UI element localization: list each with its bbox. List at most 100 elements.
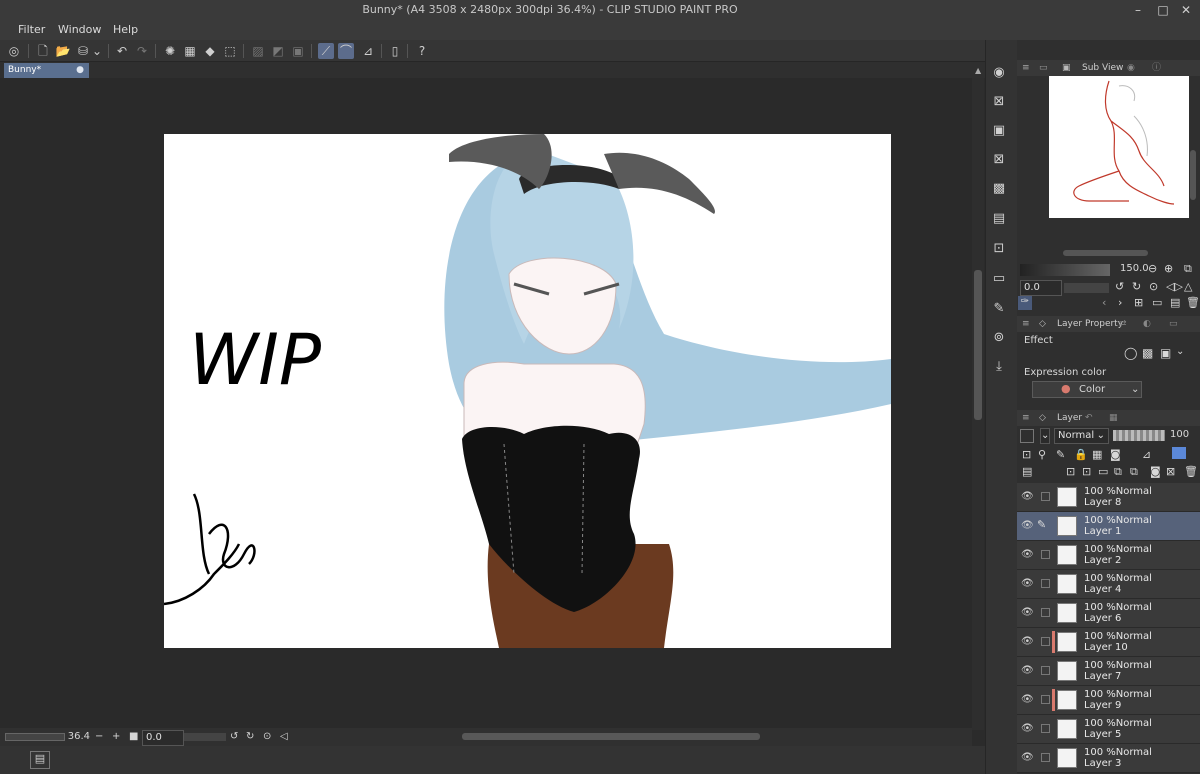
layer-checkbox[interactable]	[1041, 608, 1050, 617]
navigator-tab-icon[interactable]: ◉	[1127, 60, 1135, 76]
eye-icon[interactable]: 👁	[1021, 578, 1034, 589]
subview-hscroll-thumb[interactable]	[1063, 250, 1148, 256]
search-layer-tab-icon[interactable]: ⇄	[1119, 316, 1127, 332]
scroll-up-icon[interactable]: ▲	[975, 66, 983, 75]
eye-icon[interactable]: 👁	[1021, 752, 1034, 763]
eye-icon[interactable]: 👁	[1021, 665, 1034, 676]
auto-action-tab-icon[interactable]: ▦	[1109, 410, 1118, 426]
layer-row[interactable]: 👁 100 %Normal Layer 4	[1017, 570, 1200, 599]
layer-checkbox[interactable]	[1041, 550, 1050, 559]
minimize-icon[interactable]: –	[1130, 2, 1146, 18]
snap-special-ruler-icon[interactable]: ⌒	[338, 43, 354, 59]
next-image-icon[interactable]: ›	[1118, 296, 1122, 309]
material-icon[interactable]: ⊠	[988, 91, 1010, 113]
layer-checkbox[interactable]	[1041, 666, 1050, 675]
layer-panel-toggle-icon[interactable]: ▤	[1022, 465, 1032, 478]
rotate-right-sub-icon[interactable]: ↻	[1132, 280, 1141, 293]
opacity-value[interactable]: 100	[1170, 429, 1189, 440]
zoom-slider-sub[interactable]	[1020, 264, 1110, 276]
flip-horizontal-icon[interactable]: ◁	[280, 731, 288, 742]
layer-checkbox[interactable]	[1041, 492, 1050, 501]
swatch-dropdown-icon[interactable]: ⌄	[1040, 428, 1050, 444]
vertical-scroll-thumb[interactable]	[974, 270, 982, 420]
subview-tab-icon[interactable]: ▣	[1062, 60, 1071, 76]
layer-row[interactable]: 👁 100 %Normal Layer 2	[1017, 541, 1200, 570]
document-tab[interactable]: Bunny* ●	[4, 63, 89, 78]
rotate-left-icon[interactable]: ↺	[230, 731, 238, 742]
tool-property-tab-icon[interactable]: ◐	[1143, 316, 1151, 332]
reset-rotation-icon[interactable]: ⊙	[263, 731, 271, 742]
reference-layer-icon[interactable]: ⚲	[1038, 448, 1046, 461]
fit-screen-icon[interactable]: ■	[129, 731, 138, 742]
expression-color-select[interactable]: ● Color ⌄	[1032, 381, 1142, 398]
grid-view-icon[interactable]: ⊞	[1134, 296, 1143, 309]
mask-add-icon[interactable]: ◙	[1150, 465, 1161, 478]
prev-image-icon[interactable]: ‹	[1102, 296, 1106, 309]
rotation-slider[interactable]	[184, 733, 226, 741]
eye-icon[interactable]: 👁	[1021, 694, 1034, 705]
tone-effect-icon[interactable]: ▩	[1142, 346, 1153, 360]
animation-tab-icon[interactable]: ▭	[1169, 316, 1178, 332]
apply-mask-icon[interactable]: ⊠	[1166, 465, 1175, 478]
menu-icon[interactable]: ≡	[1022, 60, 1030, 76]
layer-property-tab-label[interactable]: Layer Property	[1057, 316, 1123, 332]
lock-icon[interactable]: 🔒	[1074, 448, 1088, 461]
layer-checkbox[interactable]	[1041, 637, 1050, 646]
material-color-icon[interactable]: ▣	[988, 120, 1010, 142]
layer-color-swatch[interactable]	[1020, 429, 1034, 443]
reset-sub-icon[interactable]: ⊙	[1149, 280, 1158, 293]
info-tab-icon[interactable]: ⓘ	[1152, 60, 1161, 76]
open-folder-icon[interactable]: 📂	[55, 43, 71, 59]
menu-help[interactable]: Help	[113, 23, 138, 36]
delete-layer-icon[interactable]: 🗑	[1184, 465, 1198, 478]
subview-zoom-value[interactable]: 150.0	[1120, 263, 1149, 274]
undo-icon[interactable]: ↶	[114, 43, 130, 59]
material-manga-icon[interactable]: ▤	[988, 208, 1010, 230]
folder-icon[interactable]: ▤	[1170, 296, 1180, 309]
eye-icon[interactable]: 👁	[1021, 520, 1034, 531]
transfer-down-icon[interactable]: ⧉	[1114, 465, 1122, 479]
blend-mode-select[interactable]: Normal ⌄	[1054, 428, 1109, 444]
panel-toggle-icon[interactable]: ▤	[30, 751, 50, 769]
drawing-canvas[interactable]: WIP	[164, 134, 891, 648]
subview-tab-label[interactable]: Sub View	[1082, 60, 1123, 76]
snap-grid-icon[interactable]: ⊿	[360, 43, 376, 59]
selection-border-icon[interactable]: ▣	[290, 43, 306, 59]
subview-scroll-thumb[interactable]	[1190, 150, 1196, 200]
zoom-value[interactable]: 36.4	[66, 731, 90, 742]
clipping-icon[interactable]: ⊡	[1022, 448, 1031, 461]
rotation-slider-sub[interactable]	[1064, 283, 1109, 293]
layer-color-icon[interactable]	[1172, 447, 1186, 459]
layer-row[interactable]: 👁 100 %Normal Layer 8	[1017, 483, 1200, 512]
flip-h-sub-icon[interactable]: ◁▷	[1166, 280, 1183, 293]
rotate-right-icon[interactable]: ↻	[246, 731, 254, 742]
clear-icon[interactable]: ✺	[162, 43, 178, 59]
zoom-in-icon[interactable]: +	[112, 731, 120, 742]
menu-window[interactable]: Window	[58, 23, 101, 36]
close-icon[interactable]: ✕	[1178, 2, 1194, 18]
material-pattern-icon[interactable]: ▩	[988, 178, 1010, 200]
layer-row[interactable]: 👁 100 %Normal Layer 10	[1017, 628, 1200, 657]
eye-icon[interactable]: 👁	[1021, 549, 1034, 560]
flip-v-sub-icon[interactable]: △	[1184, 280, 1192, 293]
eye-icon[interactable]: 👁	[1021, 636, 1034, 647]
layer-row[interactable]: 👁 ✎ 100 %Normal Layer 1	[1017, 512, 1200, 541]
layer-row[interactable]: 👁 100 %Normal Layer 9	[1017, 686, 1200, 715]
help-icon[interactable]: ?	[414, 43, 430, 59]
camera-icon[interactable]: ▭	[1039, 60, 1048, 76]
material-image-icon[interactable]: ⊡	[988, 238, 1010, 260]
material-monochrome-icon[interactable]: ⊠	[988, 149, 1010, 171]
subview-image[interactable]	[1049, 76, 1189, 218]
material-folder-icon[interactable]: ▭	[988, 268, 1010, 290]
eye-icon[interactable]: 👁	[1021, 607, 1034, 618]
layer-tab-icon[interactable]: ◇	[1039, 410, 1046, 426]
ruler-icon[interactable]: ⊿	[1142, 448, 1151, 461]
border-effect-icon[interactable]: ◯	[1124, 346, 1137, 360]
opacity-slider[interactable]	[1113, 430, 1165, 441]
pen-icon[interactable]: ✎	[1037, 518, 1046, 531]
layer-checkbox[interactable]	[1041, 724, 1050, 733]
layer-row[interactable]: 👁 100 %Normal Layer 5	[1017, 715, 1200, 744]
menu-icon[interactable]: ≡	[1022, 316, 1030, 332]
layer-color-effect-icon[interactable]: ▣	[1160, 346, 1171, 360]
new-folder-icon[interactable]: ▭	[1098, 465, 1108, 478]
